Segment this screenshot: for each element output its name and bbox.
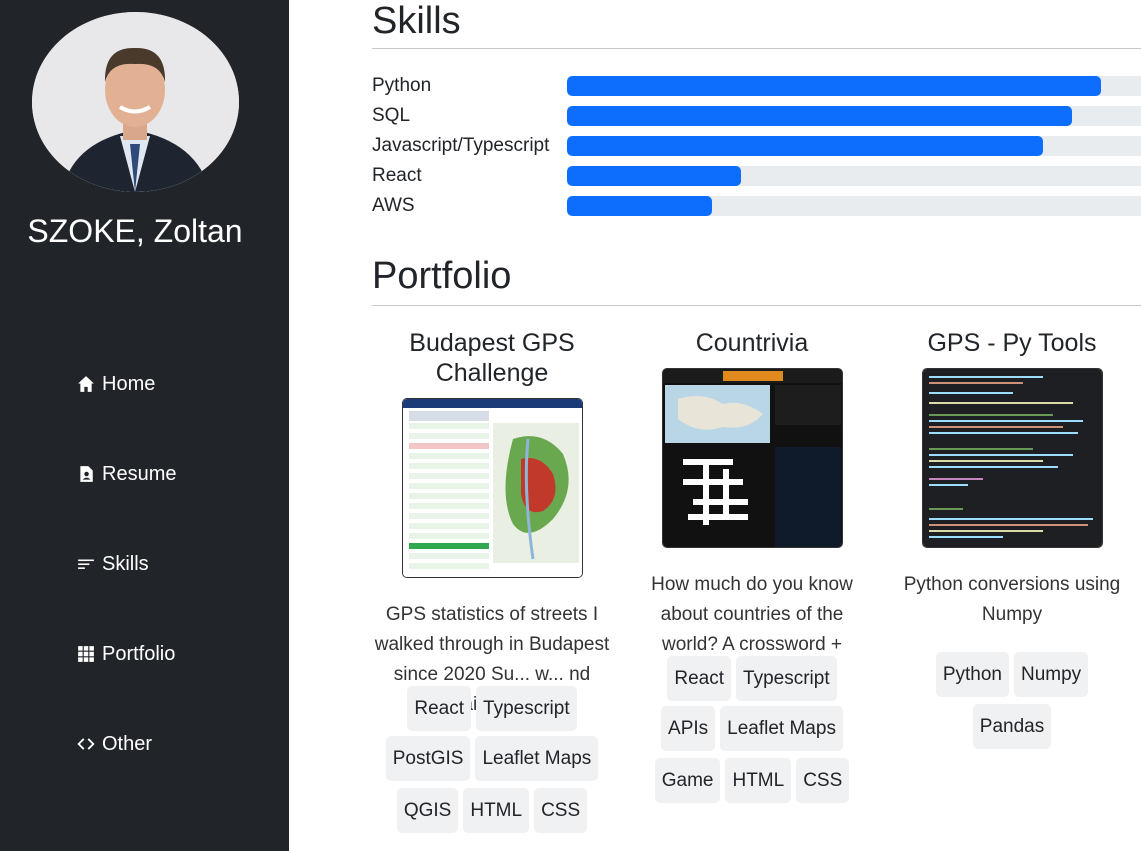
portfolio-heading: Portfolio <box>372 255 512 297</box>
skills-heading: Skills <box>372 0 461 42</box>
tag: CSS <box>534 788 588 833</box>
tag: Typescript <box>736 656 837 701</box>
tag-list: Pandas <box>892 704 1132 749</box>
portfolio-card-budapest-gps[interactable]: Budapest GPS Challenge GPS statistics of… <box>372 328 612 833</box>
code-icon <box>77 735 95 753</box>
tag: React <box>667 656 732 701</box>
skill-progress-track <box>567 166 1141 186</box>
nav-item-label: Home <box>102 372 156 395</box>
portfolio-divider <box>372 305 1141 306</box>
card-title: GPS - Py Tools <box>927 329 1097 357</box>
nav-item-skills[interactable]: Skills <box>77 548 277 580</box>
tag: PostGIS <box>385 736 471 781</box>
tag: Leaflet Maps <box>475 736 599 781</box>
nav-item-label: Portfolio <box>102 642 176 665</box>
skill-row: SQL <box>372 105 1141 127</box>
skill-label: Python <box>372 75 432 96</box>
tag: HTML <box>725 758 792 803</box>
skill-row: Python <box>372 75 1141 97</box>
tag-list: PostGIS Leaflet Maps <box>372 736 612 781</box>
skills-icon <box>77 555 95 573</box>
nav-item-label: Other <box>102 732 153 755</box>
sidebar: SZOKE, Zoltan Home Resume Skills Portfol… <box>0 0 289 851</box>
avatar <box>32 12 239 192</box>
card-title: Countrivia <box>695 329 809 357</box>
tag: QGIS <box>396 788 459 833</box>
skill-progress-track <box>567 76 1141 96</box>
skill-progress-fill <box>567 106 1072 126</box>
skill-progress-track <box>567 196 1141 216</box>
tag-list: Game HTML CSS <box>632 758 872 803</box>
card-description: How much do you know about countries of … <box>651 574 853 655</box>
tag-list: Python Numpy <box>892 652 1132 697</box>
skill-label: Javascript/Typescript <box>372 135 550 156</box>
tag: APIs <box>661 706 716 751</box>
portfolio-card-gps-py-tools[interactable]: GPS - Py Tools Python conversions using … <box>892 328 1132 749</box>
tag: CSS <box>796 758 850 803</box>
tag: Numpy <box>1013 652 1089 697</box>
skill-row: React <box>372 165 1141 187</box>
skills-divider <box>372 48 1141 49</box>
nav-item-label: Resume <box>102 462 177 485</box>
resume-icon <box>77 465 95 483</box>
tag: HTML <box>463 788 530 833</box>
skill-progress-fill <box>567 136 1043 156</box>
main-content: Skills Python SQL Javascript/Typescript … <box>289 0 1141 851</box>
tag: Leaflet Maps <box>720 706 843 751</box>
grid-icon <box>77 645 95 663</box>
skill-label: React <box>372 165 422 186</box>
card-thumbnail[interactable] <box>401 398 583 578</box>
tag-list: React Typescript <box>632 656 872 701</box>
tag-list: QGIS HTML CSS <box>372 788 612 833</box>
nav-item-label: Skills <box>102 552 149 575</box>
tag: Python <box>935 652 1009 697</box>
profile-name: SZOKE, Zoltan <box>27 213 243 249</box>
skill-progress-fill <box>567 196 712 216</box>
nav-item-other[interactable]: Other <box>77 728 277 760</box>
tag: Typescript <box>476 686 577 731</box>
tag-list: React Typescript <box>372 686 612 731</box>
card-description: Python conversions using Numpy <box>903 574 1121 625</box>
nav-item-home[interactable]: Home <box>77 368 277 400</box>
card-thumbnail[interactable] <box>661 368 843 548</box>
house-icon <box>77 375 95 393</box>
skill-progress-fill <box>567 76 1101 96</box>
tag: Pandas <box>972 704 1052 749</box>
skill-progress-fill <box>567 166 741 186</box>
card-thumbnail[interactable] <box>921 368 1103 548</box>
skill-label: AWS <box>372 195 415 216</box>
tag: Game <box>654 758 721 803</box>
skill-label: SQL <box>372 105 411 126</box>
tag: React <box>407 686 472 731</box>
card-title: Budapest GPS Challenge <box>409 329 575 387</box>
nav-item-portfolio[interactable]: Portfolio <box>77 638 277 670</box>
skill-row: Javascript/Typescript <box>372 135 1141 157</box>
nav-item-resume[interactable]: Resume <box>77 458 277 490</box>
tag-list: APIs Leaflet Maps <box>632 706 872 751</box>
portfolio-card-countrivia[interactable]: Countrivia How much do you know about co… <box>632 328 872 803</box>
skill-row: AWS <box>372 195 1141 217</box>
skill-progress-track <box>567 136 1141 156</box>
skill-progress-track <box>567 106 1141 126</box>
